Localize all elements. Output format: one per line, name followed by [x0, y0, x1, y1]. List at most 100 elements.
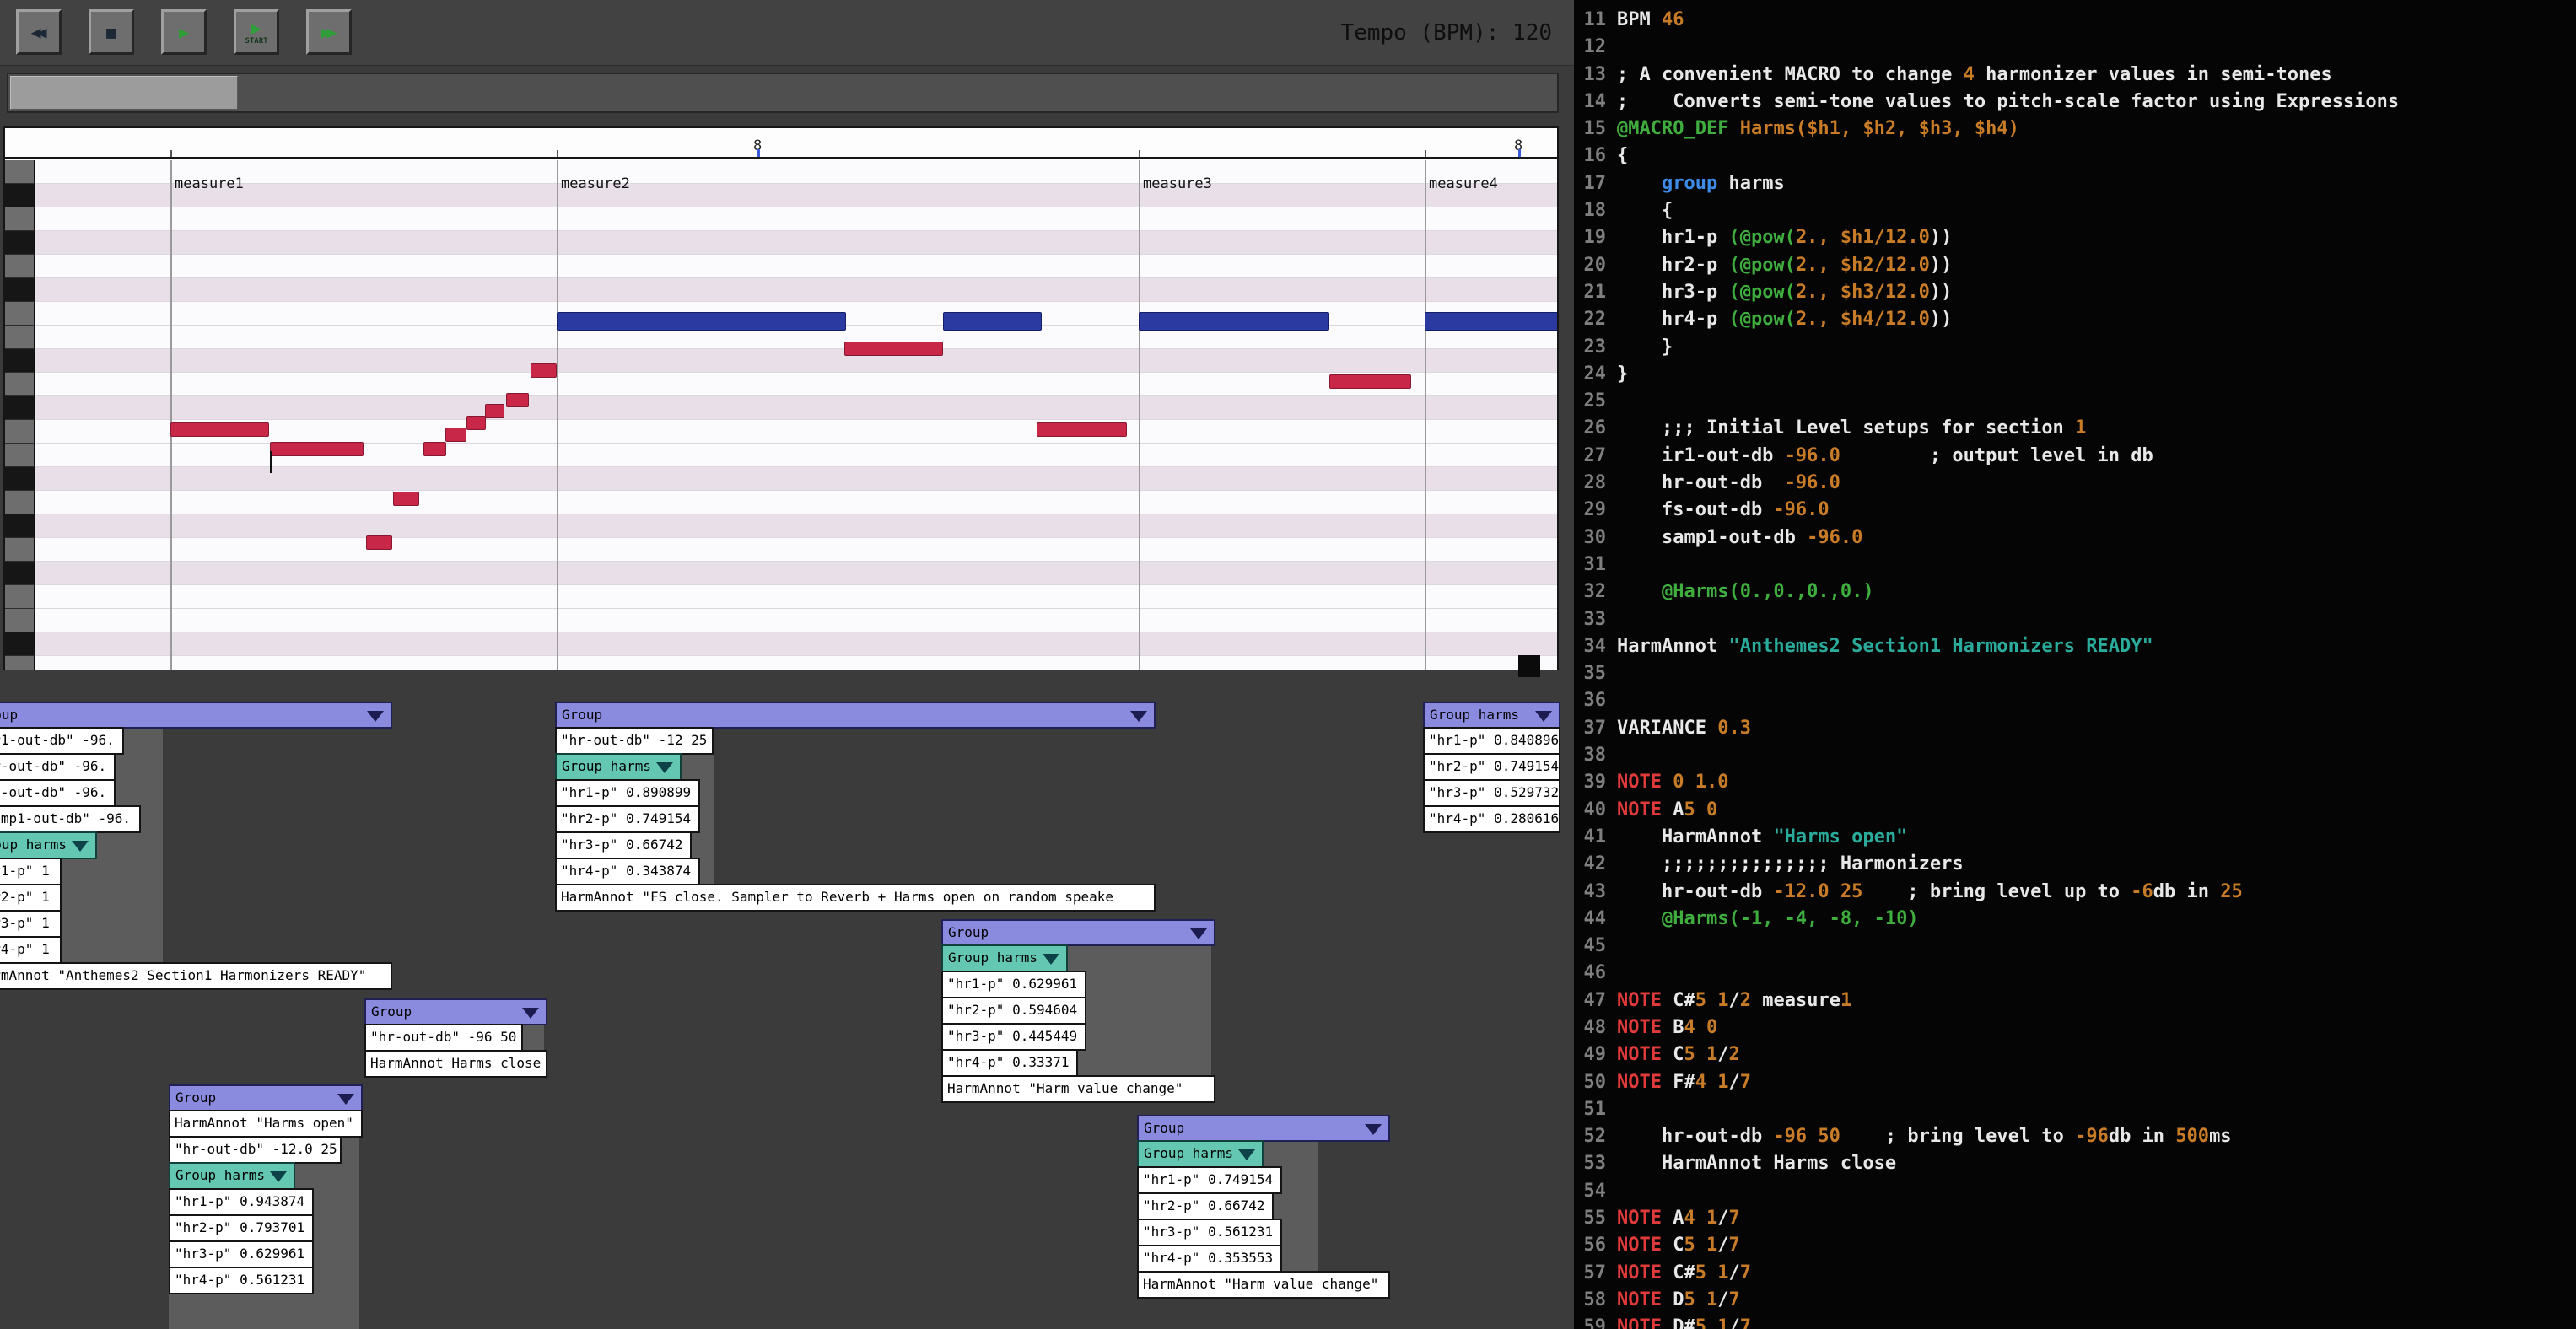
timeline-ruler[interactable]: 88 — [5, 128, 1557, 159]
param-row[interactable]: "hr-out-db" -12.0 25 — [169, 1136, 342, 1164]
param-row[interactable]: "hr2-p" 0.749154 — [1423, 753, 1560, 781]
param-row[interactable]: "hr2-p" 0.594604 — [941, 997, 1086, 1025]
collapse-icon[interactable] — [1365, 1124, 1382, 1135]
param-row[interactable]: "samp1-out-db" -96. — [0, 805, 141, 833]
panel-title[interactable]: Group harms — [1423, 702, 1560, 729]
note[interactable] — [366, 535, 392, 550]
group-harms-header[interactable]: Group harms — [1137, 1140, 1264, 1168]
param-row[interactable]: "hr2-p" 0.66742 — [1137, 1192, 1274, 1220]
h-scrollbar[interactable] — [7, 73, 1559, 113]
group-harms-header[interactable]: Group harms — [555, 753, 682, 781]
code-line: 20 hr2-p (@pow(2., $h2/12.0)) — [1574, 252, 2576, 279]
panel-title[interactable]: Group — [169, 1084, 363, 1111]
param-row[interactable]: "hr1-p" 0.629961 — [941, 971, 1086, 998]
code-token: ; bring level to — [1840, 1126, 2076, 1148]
param-row[interactable]: "hr1-p" 1 — [0, 858, 62, 885]
param-row[interactable]: "ir1-out-db" -96. — [0, 727, 124, 755]
note[interactable] — [466, 416, 486, 430]
code-editor[interactable]: 11 BPM 46 12 13; A convenient MACRO to chan… — [1574, 0, 2576, 1329]
param-row[interactable]: "hr2-p" 0.749154 — [555, 805, 700, 833]
note[interactable] — [557, 312, 846, 331]
annotation-row[interactable]: HarmAnnot "Harm value change" — [1137, 1271, 1390, 1299]
panel-title[interactable]: Group — [941, 919, 1215, 946]
group-harms-header[interactable]: Group harms — [941, 944, 1068, 972]
note[interactable] — [531, 363, 557, 378]
keyboard — [5, 160, 35, 670]
panel-title[interactable]: Group — [1137, 1115, 1390, 1142]
param-row[interactable]: "hr1-p" 0.943874 — [169, 1188, 314, 1216]
collapse-icon[interactable] — [337, 1094, 354, 1105]
note[interactable] — [170, 422, 269, 437]
collapse-icon[interactable] — [270, 1171, 287, 1182]
panel-title[interactable]: Group — [0, 702, 392, 729]
param-row[interactable]: "hr2-p" 1 — [0, 884, 62, 912]
annotation-row[interactable]: HarmAnnot "Harms open" — [169, 1110, 363, 1138]
param-row[interactable]: "hr4-p" 0.353553 — [1137, 1245, 1282, 1273]
collapse-icon[interactable] — [1190, 928, 1207, 939]
note[interactable] — [485, 404, 504, 418]
param-row[interactable]: "hr2-p" 0.793701 — [169, 1214, 314, 1242]
param-row[interactable]: "hr4-p" 0.280616 — [1423, 805, 1560, 833]
collapse-icon[interactable] — [367, 711, 384, 722]
panel-title[interactable]: Group — [364, 998, 547, 1025]
annotation-row[interactable]: HarmAnnot "Anthemes2 Section1 Harmonizer… — [0, 962, 392, 990]
collapse-icon[interactable] — [1130, 711, 1147, 722]
note[interactable] — [270, 442, 364, 456]
param-row[interactable]: "hr3-p" 0.561231 — [1137, 1219, 1282, 1246]
param-row[interactable]: "hr1-p" 0.840896 — [1423, 727, 1560, 755]
line-number: 54 — [1583, 1180, 1607, 1202]
param-row[interactable]: "hr3-p" 0.629961 — [169, 1240, 314, 1268]
collapse-icon[interactable] — [1535, 711, 1552, 722]
annotation-row[interactable]: HarmAnnot "Harm value change" — [941, 1075, 1215, 1103]
collapse-icon[interactable] — [1238, 1149, 1255, 1160]
annotation-row[interactable]: HarmAnnot "FS close. Sampler to Reverb +… — [555, 884, 1156, 912]
group-harms-header[interactable]: Group harms — [0, 831, 97, 859]
stop-button[interactable]: ■ — [89, 9, 134, 55]
note[interactable] — [445, 428, 466, 442]
note[interactable] — [1037, 422, 1127, 437]
param-row[interactable]: "hr3-p" 1 — [0, 910, 62, 938]
param-row[interactable]: "hr1-p" 0.890899 — [555, 779, 700, 807]
param-row[interactable]: "fs-out-db" -96. — [0, 779, 116, 807]
note[interactable] — [1139, 312, 1329, 331]
resize-handle[interactable] — [1518, 655, 1540, 677]
code-token: HarmAnnot — [1617, 635, 1729, 657]
h-scrollbar-thumb[interactable] — [10, 76, 238, 110]
param-row[interactable]: "hr3-p" 0.529732 — [1423, 779, 1560, 807]
collapse-icon[interactable] — [656, 762, 673, 773]
code-text: samp1-out-db -96.0 — [1617, 527, 1862, 548]
param-row[interactable]: "hr4-p" 0.33371 — [941, 1049, 1078, 1077]
note[interactable] — [844, 342, 943, 356]
note[interactable] — [393, 492, 419, 506]
collapse-icon[interactable] — [1043, 954, 1059, 965]
rewind-button[interactable]: ◀◀ — [16, 9, 62, 55]
param-row[interactable]: "hr3-p" 0.445449 — [941, 1023, 1086, 1051]
group-harms-header[interactable]: Group harms — [169, 1162, 295, 1190]
param-row[interactable]: "hr4-p" 1 — [0, 936, 62, 964]
param-row[interactable]: "hr-out-db" -96 50 — [364, 1024, 523, 1052]
code-token: 7 — [1728, 1235, 1740, 1256]
annotation-row[interactable]: HarmAnnot Harms close — [364, 1050, 547, 1078]
play-button[interactable]: ▶ — [161, 9, 207, 55]
param-row[interactable]: "hr4-p" 0.343874 — [555, 858, 700, 885]
note[interactable] — [1425, 312, 1557, 331]
code-token: @Harms(0.,0.,0.,0.) — [1661, 581, 1874, 603]
param-row[interactable]: "hr4-p" 0.561231 — [169, 1267, 314, 1294]
param-row[interactable]: "hr1-p" 0.749154 — [1137, 1166, 1282, 1194]
fast-forward-button[interactable]: ▶▶ — [306, 9, 352, 55]
piano-roll[interactable]: measure1 measure2 measure3 measure4 — [5, 160, 1557, 670]
panel-title[interactable]: Group — [555, 702, 1156, 729]
param-row[interactable]: "hr3-p" 0.66742 — [555, 831, 692, 859]
param-row[interactable]: "hr-out-db" -96. — [0, 753, 116, 781]
code-token: -96.0 — [1784, 472, 1840, 494]
note[interactable] — [943, 312, 1042, 331]
param-row[interactable]: "hr-out-db" -12 25 — [555, 727, 714, 755]
note[interactable] — [1329, 374, 1411, 389]
collapse-icon[interactable] — [72, 841, 89, 852]
play-from-start-button[interactable]: ▶ START — [234, 9, 279, 55]
collapse-icon[interactable] — [522, 1008, 539, 1019]
note[interactable] — [506, 393, 529, 407]
note[interactable] — [423, 442, 446, 456]
code-token: 7 — [1728, 1208, 1740, 1229]
